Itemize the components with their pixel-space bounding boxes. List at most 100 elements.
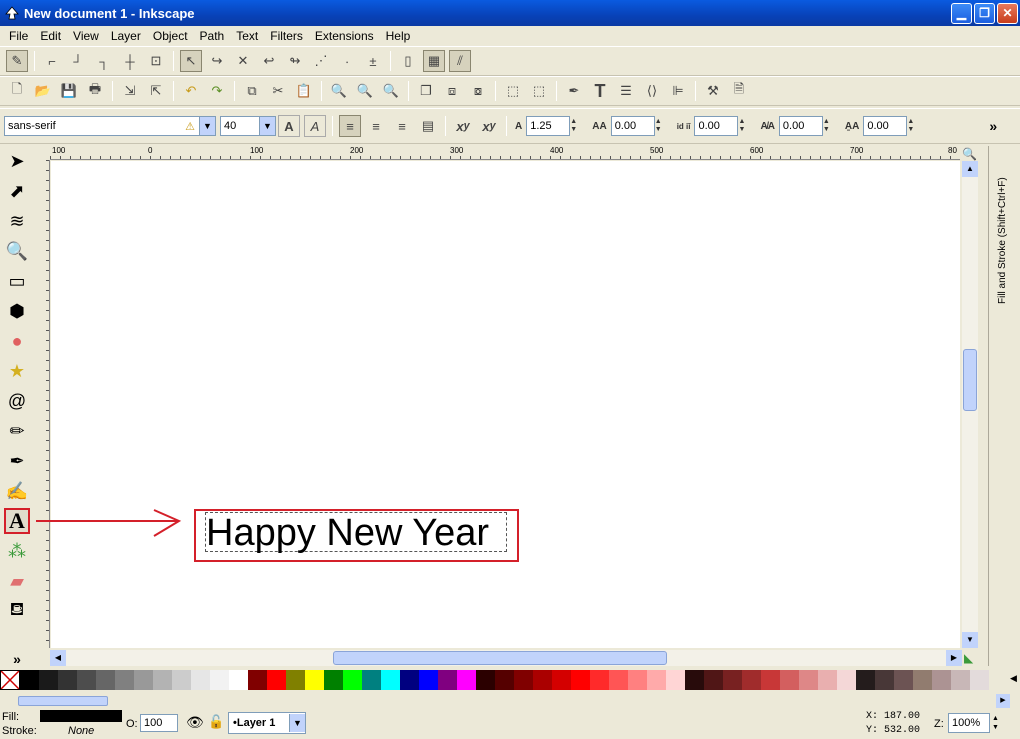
menu-text[interactable]: Text bbox=[230, 29, 264, 43]
menu-edit[interactable]: Edit bbox=[34, 29, 67, 43]
align-right-icon[interactable]: ≡ bbox=[391, 115, 413, 137]
color-swatch[interactable] bbox=[134, 670, 153, 690]
color-swatch[interactable] bbox=[552, 670, 571, 690]
color-swatch[interactable] bbox=[286, 670, 305, 690]
stroke-value[interactable]: None bbox=[68, 725, 94, 737]
color-swatch[interactable] bbox=[476, 670, 495, 690]
letter-spacing-input[interactable]: 0.00 bbox=[610, 116, 655, 136]
color-swatch[interactable] bbox=[818, 670, 837, 690]
selector-tool-icon[interactable]: ➤ bbox=[4, 148, 30, 174]
menu-object[interactable]: Object bbox=[147, 29, 194, 43]
horizontal-kerning-input[interactable]: 0.00 bbox=[778, 116, 823, 136]
menu-path[interactable]: Path bbox=[194, 29, 231, 43]
import-icon[interactable]: ⇲ bbox=[119, 80, 141, 102]
snap-guide-icon[interactable]: ⫽ bbox=[449, 50, 471, 72]
color-swatch[interactable] bbox=[324, 670, 343, 690]
color-swatch[interactable] bbox=[20, 670, 39, 690]
line-spacing-input[interactable]: 1.25 bbox=[526, 116, 571, 136]
zoom-input[interactable]: 100% bbox=[948, 713, 990, 733]
superscript-icon[interactable]: xy bbox=[452, 115, 474, 137]
copy-icon[interactable]: ⧉ bbox=[241, 80, 263, 102]
color-swatch[interactable] bbox=[229, 670, 248, 690]
pencil-tool-icon[interactable]: ✏ bbox=[4, 418, 30, 444]
redo-icon[interactable]: ↷ bbox=[206, 80, 228, 102]
spin-arrows-icon[interactable]: ▲ ▼ bbox=[570, 118, 580, 134]
color-swatch[interactable] bbox=[951, 670, 970, 690]
menu-filters[interactable]: Filters bbox=[264, 29, 309, 43]
color-swatch[interactable] bbox=[419, 670, 438, 690]
opacity-input[interactable]: 100 bbox=[140, 714, 178, 732]
ungroup-icon[interactable]: ⬚ bbox=[528, 80, 550, 102]
align-distribute-icon[interactable]: ⊫ bbox=[667, 80, 689, 102]
align-left-icon[interactable]: ≡ bbox=[339, 115, 361, 137]
preferences-icon[interactable]: ⚒ bbox=[702, 80, 724, 102]
rectangle-tool-icon[interactable]: ▭ bbox=[4, 268, 30, 294]
menu-help[interactable]: Help bbox=[380, 29, 417, 43]
color-swatch[interactable] bbox=[362, 670, 381, 690]
scroll-thumb[interactable] bbox=[333, 651, 667, 665]
snap-smooth-icon[interactable]: ↬ bbox=[284, 50, 306, 72]
snap-bbox-corner-icon[interactable]: ┐ bbox=[93, 50, 115, 72]
snap-bbox-center-icon[interactable]: ⊡ bbox=[145, 50, 167, 72]
pen-tool-icon[interactable]: ✒ bbox=[4, 448, 30, 474]
snap-path-icon[interactable]: ↪ bbox=[206, 50, 228, 72]
palette-menu-icon[interactable]: ◀ bbox=[1010, 673, 1017, 684]
subscript-icon[interactable]: xy bbox=[478, 115, 500, 137]
paint-bucket-tool-icon[interactable]: ⛾ bbox=[4, 598, 30, 624]
zoom-page-icon[interactable]: 🔍 bbox=[380, 80, 402, 102]
color-swatch[interactable] bbox=[628, 670, 647, 690]
scroll-up-icon[interactable]: ▲ bbox=[962, 161, 978, 177]
no-paint-swatch[interactable] bbox=[0, 670, 20, 690]
scroll-left-icon[interactable]: ◀ bbox=[50, 650, 66, 666]
color-swatch[interactable] bbox=[856, 670, 875, 690]
horizontal-scrollbar[interactable]: ◀ ▶ bbox=[50, 650, 962, 666]
color-swatch[interactable] bbox=[514, 670, 533, 690]
snap-line-midpoint-icon[interactable]: ⋰ bbox=[310, 50, 332, 72]
palette-scrollbar[interactable]: ▶ bbox=[0, 694, 1010, 708]
node-tool-icon[interactable]: ⬈ bbox=[4, 178, 30, 204]
align-center-icon[interactable]: ≡ bbox=[365, 115, 387, 137]
undo-icon[interactable]: ↶ bbox=[180, 80, 202, 102]
xml-editor-icon[interactable]: ⟨⟩ bbox=[641, 80, 663, 102]
color-swatch[interactable] bbox=[305, 670, 324, 690]
color-swatch[interactable] bbox=[400, 670, 419, 690]
print-icon[interactable]: 🖶 bbox=[84, 80, 106, 102]
color-swatch[interactable] bbox=[761, 670, 780, 690]
spin-arrows-icon[interactable]: ▲ ▼ bbox=[655, 118, 665, 134]
snap-enable-icon[interactable]: ✎ bbox=[6, 50, 28, 72]
color-swatch[interactable] bbox=[666, 670, 685, 690]
font-family-combo[interactable]: sans-serif ⚠ ▼ bbox=[4, 116, 216, 136]
maximize-button[interactable]: ❐ bbox=[974, 2, 995, 24]
snap-nodes-icon[interactable]: ↖ bbox=[180, 50, 202, 72]
scroll-thumb[interactable] bbox=[963, 349, 977, 411]
open-icon[interactable]: 📂 bbox=[32, 80, 54, 102]
color-swatch[interactable] bbox=[438, 670, 457, 690]
color-swatch[interactable] bbox=[894, 670, 913, 690]
color-manage-icon[interactable]: ◣ bbox=[964, 651, 973, 665]
color-swatch[interactable] bbox=[875, 670, 894, 690]
ellipse-tool-icon[interactable]: ● bbox=[4, 328, 30, 354]
new-document-icon[interactable]: 🗋 bbox=[6, 80, 28, 102]
word-spacing-input[interactable]: 0.00 bbox=[694, 116, 739, 136]
color-swatch[interactable] bbox=[457, 670, 476, 690]
snap-bbox-edge-icon[interactable]: ┘ bbox=[67, 50, 89, 72]
layers-dialog-icon[interactable]: ☰ bbox=[615, 80, 637, 102]
vertical-scrollbar[interactable]: ▲ ▼ bbox=[962, 161, 978, 648]
scroll-right-icon[interactable]: ▶ bbox=[996, 694, 1010, 708]
snap-object-center-icon[interactable]: ∙ bbox=[336, 50, 358, 72]
color-swatch[interactable] bbox=[248, 670, 267, 690]
star-tool-icon[interactable]: ★ bbox=[4, 358, 30, 384]
tweak-tool-icon[interactable]: ≋ bbox=[4, 208, 30, 234]
save-icon[interactable]: 💾 bbox=[58, 80, 80, 102]
zoom-selection-icon[interactable]: 🔍 bbox=[328, 80, 350, 102]
menu-layer[interactable]: Layer bbox=[105, 29, 147, 43]
scroll-right-icon[interactable]: ▶ bbox=[946, 650, 962, 666]
color-swatch[interactable] bbox=[495, 670, 514, 690]
snap-bbox-icon[interactable]: ⌐ bbox=[41, 50, 63, 72]
color-swatch[interactable] bbox=[96, 670, 115, 690]
color-swatch[interactable] bbox=[77, 670, 96, 690]
menu-extensions[interactable]: Extensions bbox=[309, 29, 380, 43]
close-button[interactable]: ✕ bbox=[997, 2, 1018, 24]
color-swatch[interactable] bbox=[970, 670, 989, 690]
color-swatch[interactable] bbox=[267, 670, 286, 690]
